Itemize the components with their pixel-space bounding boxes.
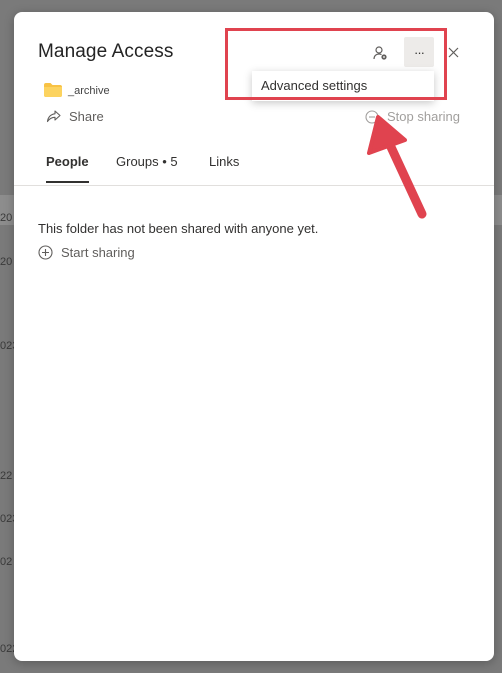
add-circle-icon	[38, 245, 53, 260]
backdrop-fragment: 023	[0, 340, 14, 352]
panel-title: Manage Access	[38, 41, 174, 62]
stop-sharing-button[interactable]: Stop sharing	[365, 109, 460, 124]
share-button[interactable]: Share	[46, 109, 104, 124]
stop-sharing-icon	[365, 109, 379, 124]
tab-people[interactable]: People	[46, 154, 89, 184]
share-icon	[46, 109, 61, 122]
start-sharing-button[interactable]: Start sharing	[38, 245, 135, 260]
more-options-icon: ···	[414, 44, 425, 60]
backdrop-fragment: 22	[0, 470, 13, 482]
manage-people-button[interactable]	[366, 40, 394, 66]
close-button[interactable]	[442, 40, 464, 64]
backdrop-fragment: 20	[0, 212, 13, 224]
folder-icon	[44, 82, 62, 97]
start-sharing-label: Start sharing	[61, 245, 135, 260]
backdrop-fragment: 02	[0, 556, 13, 568]
menu-item-advanced-settings[interactable]: Advanced settings	[252, 71, 434, 101]
close-icon	[448, 47, 458, 57]
share-label: Share	[69, 109, 104, 124]
manage-access-panel: Manage Access ··· _archive Share Stop sh…	[14, 12, 494, 661]
more-options-menu: Advanced settings	[252, 71, 434, 101]
person-settings-icon	[373, 46, 387, 60]
backdrop-fragment: 023	[0, 513, 14, 525]
stop-sharing-label: Stop sharing	[387, 109, 460, 124]
backdrop-fragment: 022	[0, 643, 14, 655]
tab-divider	[14, 185, 494, 186]
item-info: _archive	[44, 82, 110, 97]
access-tabs: People Groups • 5 Links	[38, 154, 494, 186]
backdrop-fragment: 20	[0, 256, 13, 268]
empty-state-message: This folder has not been shared with any…	[38, 221, 319, 236]
folder-name: _archive	[68, 85, 110, 97]
more-options-button[interactable]: ···	[404, 37, 434, 67]
tab-groups[interactable]: Groups • 5	[116, 154, 178, 184]
tab-links[interactable]: Links	[209, 154, 239, 184]
